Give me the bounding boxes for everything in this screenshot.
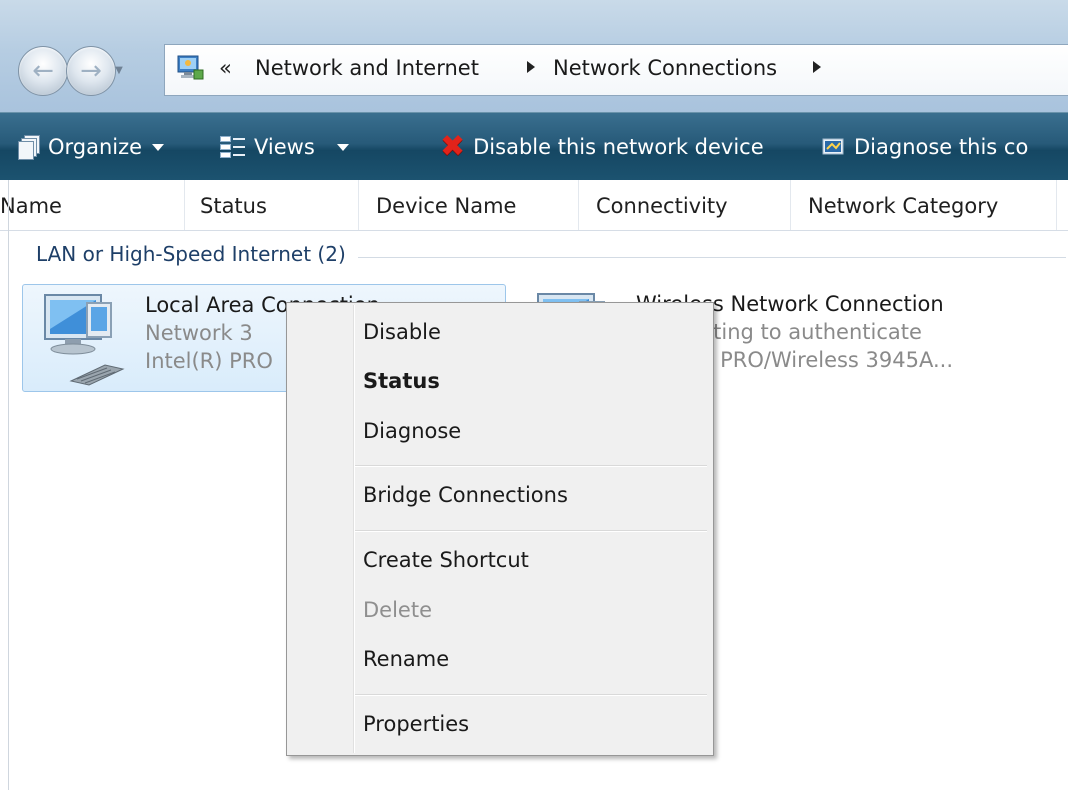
chevron-down-icon xyxy=(152,143,165,151)
breadcrumb-separator[interactable] xyxy=(527,61,535,73)
menu-separator xyxy=(355,530,707,532)
menu-item-bridge-connections[interactable]: Bridge Connections xyxy=(363,483,568,507)
diagnose-label: Diagnose this co xyxy=(854,135,1029,159)
breadcrumb-separator[interactable] xyxy=(813,61,821,73)
disable-device-button[interactable]: ✖ Disable this network device xyxy=(440,132,764,162)
disable-device-label: Disable this network device xyxy=(473,135,764,159)
column-divider[interactable] xyxy=(184,180,185,230)
column-header-connectivity[interactable]: Connectivity xyxy=(596,180,728,230)
address-bar[interactable]: « Network and Internet Network Connectio… xyxy=(164,44,1068,96)
breadcrumb-network-connections[interactable]: Network Connections xyxy=(553,56,777,80)
forward-button[interactable]: → xyxy=(66,46,116,96)
menu-item-diagnose[interactable]: Diagnose xyxy=(363,419,461,443)
column-divider[interactable] xyxy=(790,180,791,230)
wired-network-icon xyxy=(44,294,125,386)
diagnose-icon xyxy=(822,138,844,155)
chevron-down-icon xyxy=(336,143,349,151)
column-divider[interactable] xyxy=(578,180,579,230)
disable-x-icon: ✖ xyxy=(440,129,466,164)
breadcrumb-overflow[interactable]: « xyxy=(219,56,232,80)
column-header-name[interactable]: Name xyxy=(0,180,62,230)
organize-icon xyxy=(18,135,40,160)
forward-icon: → xyxy=(80,56,102,86)
network-folder-icon xyxy=(177,55,204,80)
back-button[interactable]: ← xyxy=(18,46,68,96)
context-menu: Disable Status Diagnose Bridge Connectio… xyxy=(286,302,714,756)
views-label: Views xyxy=(254,135,315,159)
organize-button[interactable]: Organize xyxy=(18,132,165,162)
breadcrumb-network-and-internet[interactable]: Network and Internet xyxy=(255,56,479,80)
column-header-status[interactable]: Status xyxy=(200,180,267,230)
title-bar: ← → ▼ « Network and Internet Network Con… xyxy=(0,0,1068,112)
column-divider[interactable] xyxy=(1056,180,1057,230)
menu-item-delete: Delete xyxy=(363,598,432,622)
column-header-row: Name Status Device Name Connectivity Net… xyxy=(0,180,1068,231)
content-border xyxy=(8,180,9,790)
group-label[interactable]: LAN or High-Speed Internet (2) xyxy=(36,242,358,266)
back-icon: ← xyxy=(32,56,54,86)
column-divider[interactable] xyxy=(358,180,359,230)
diagnose-button[interactable]: Diagnose this co xyxy=(822,132,1028,162)
context-menu-gutter xyxy=(353,305,355,753)
menu-item-create-shortcut[interactable]: Create Shortcut xyxy=(363,548,529,572)
column-header-device-name[interactable]: Device Name xyxy=(376,180,516,230)
command-bar: Organize Views ✖ Disable this network de… xyxy=(0,112,1068,181)
organize-label: Organize xyxy=(48,135,143,159)
menu-item-rename[interactable]: Rename xyxy=(363,647,449,671)
menu-item-disable[interactable]: Disable xyxy=(363,320,441,344)
views-icon xyxy=(220,136,246,158)
menu-separator xyxy=(355,465,707,467)
menu-item-status[interactable]: Status xyxy=(363,369,440,393)
views-button[interactable]: Views xyxy=(220,132,349,162)
menu-separator xyxy=(355,694,707,696)
column-header-network-category[interactable]: Network Category xyxy=(808,180,998,230)
menu-item-properties[interactable]: Properties xyxy=(363,712,469,736)
recent-pages-dropdown[interactable]: ▼ xyxy=(112,64,126,78)
